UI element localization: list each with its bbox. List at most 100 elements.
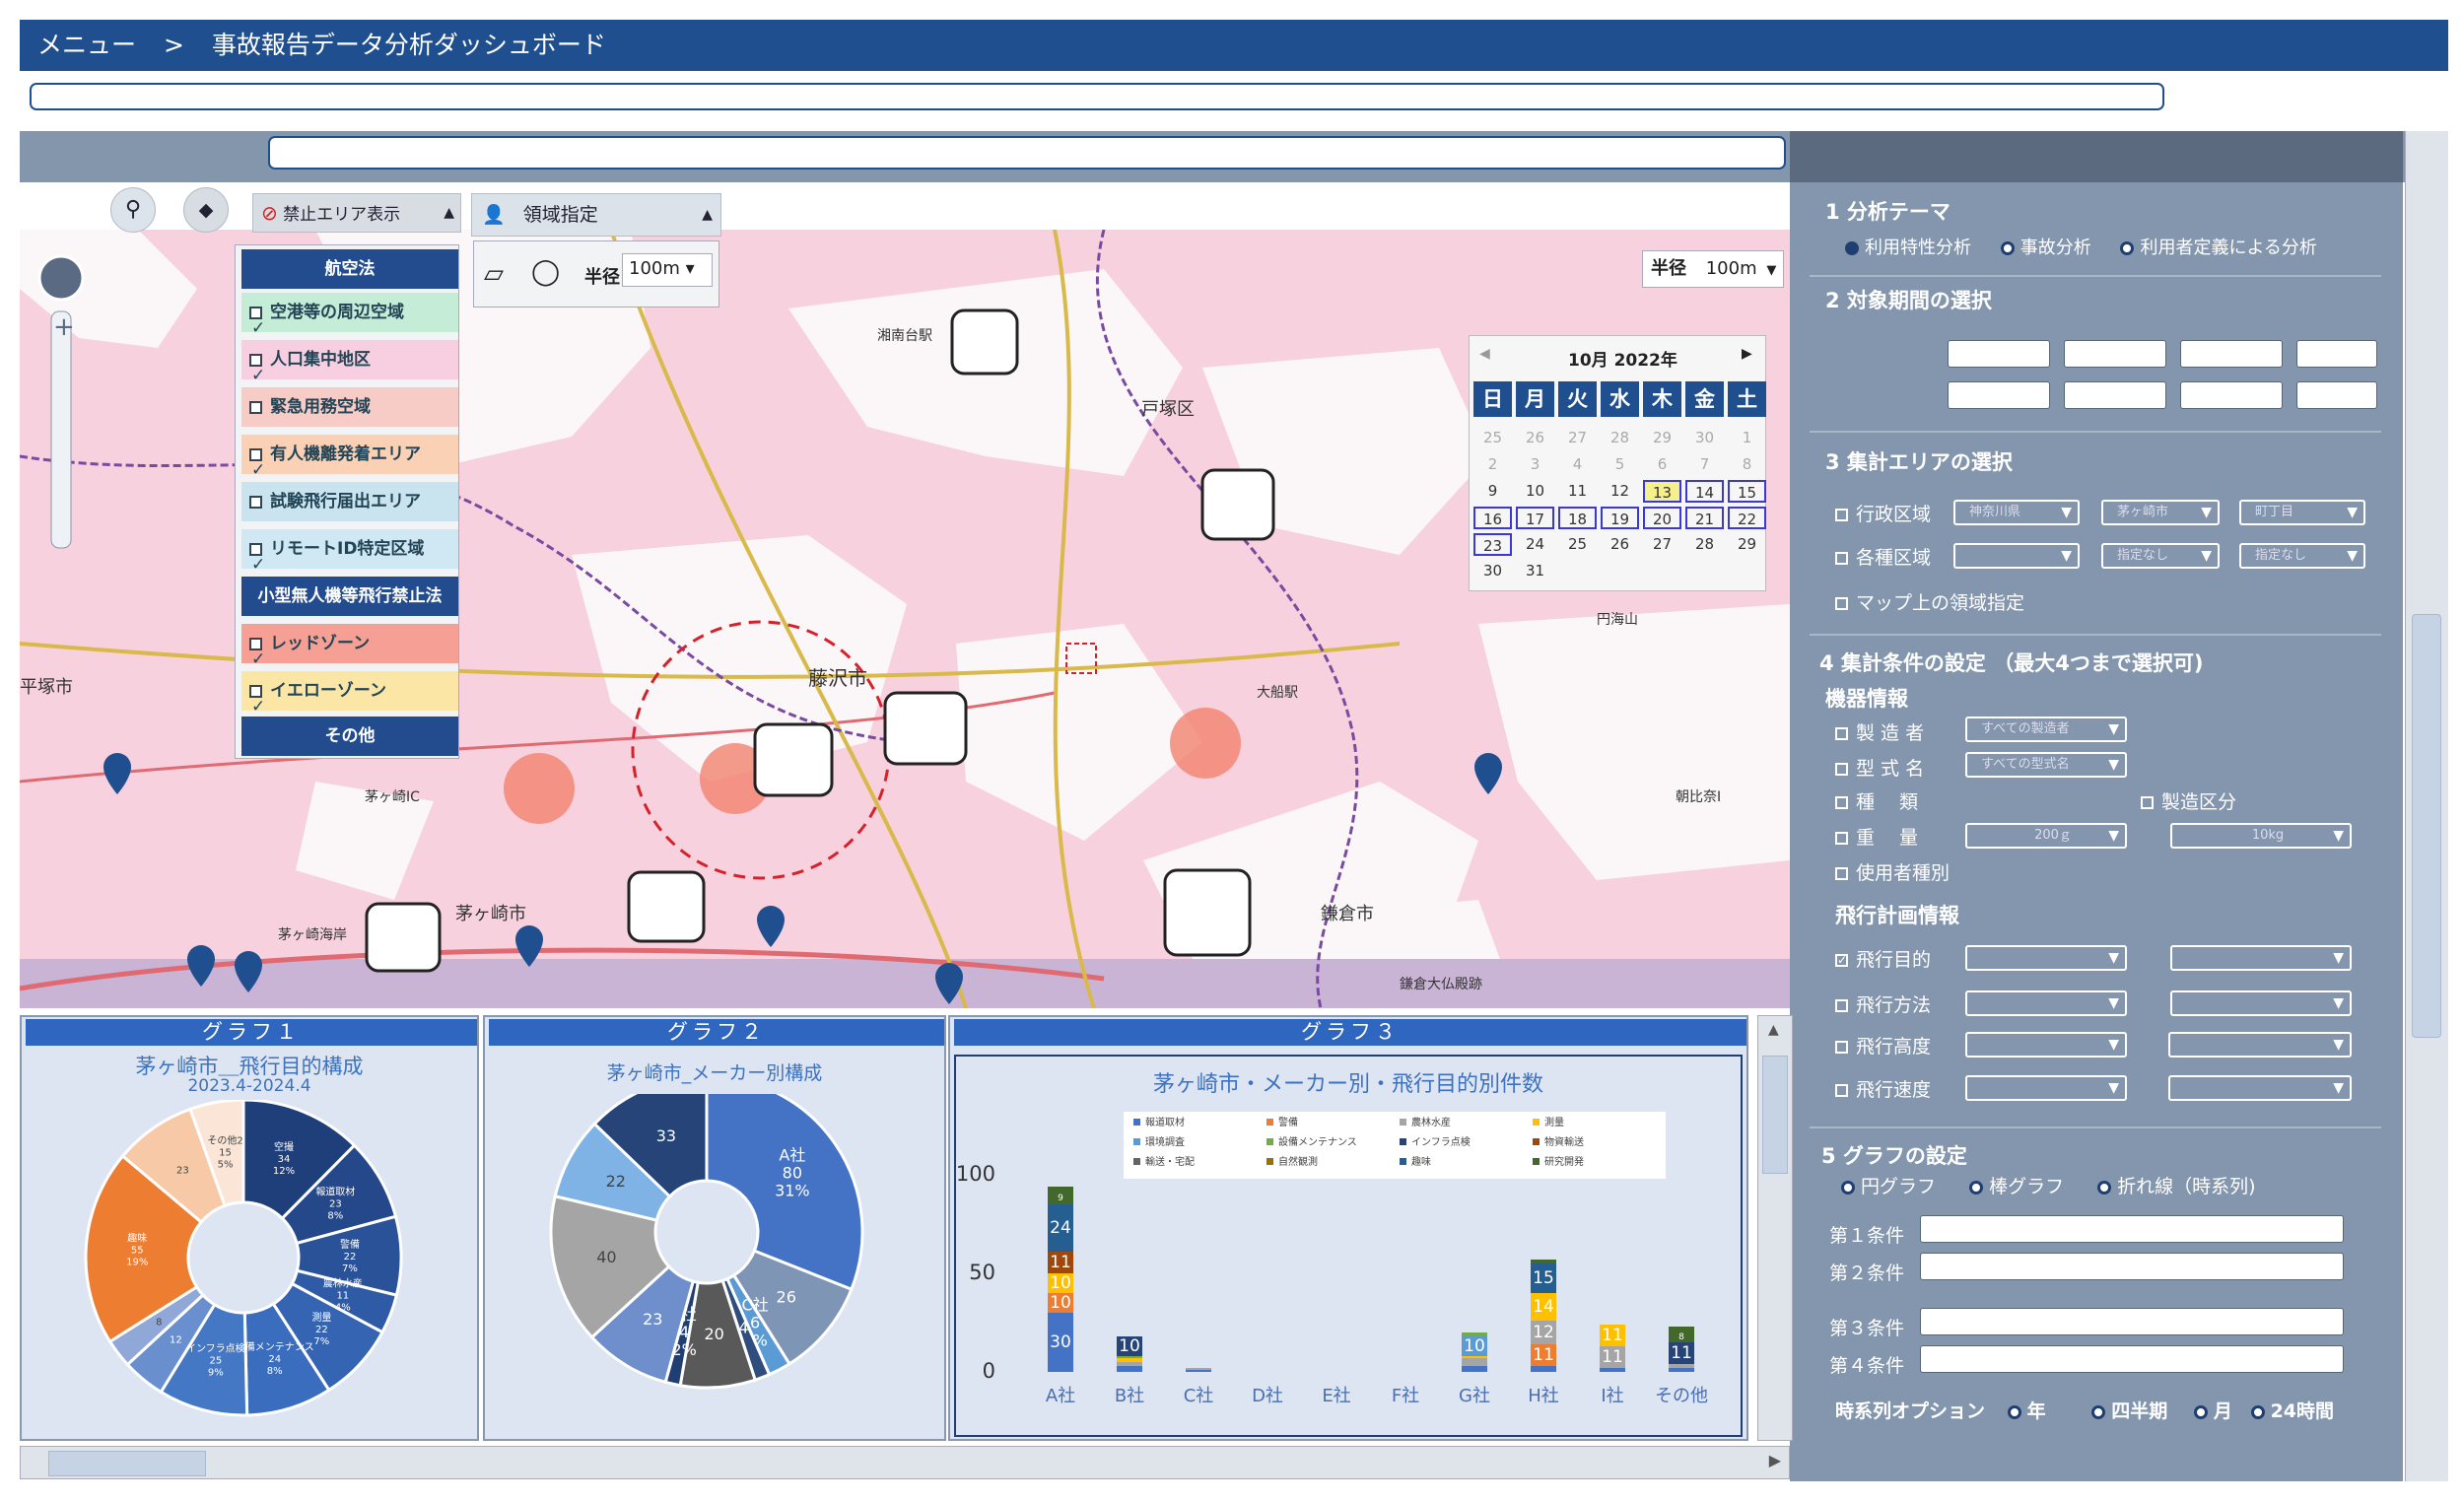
calendar-day[interactable]: 29 [1728,533,1766,556]
calendar-day[interactable]: 24 [1516,533,1554,556]
checkbox-icon[interactable] [1835,597,1848,610]
theme-option[interactable]: 利用者定義による分析 [2140,238,2316,258]
altitude-select[interactable] [1965,1032,2127,1058]
calendar-day[interactable]: 30 [1685,427,1724,449]
calendar-day[interactable]: 3 [1516,453,1554,476]
caret-up-icon[interactable]: ▲ [1768,1022,1779,1038]
radio-icon[interactable] [2000,241,2015,255]
restricted-area-toggle[interactable]: ⊘ 禁止エリア表示 ▲ [252,193,461,233]
calendar-day[interactable]: 17 [1516,507,1554,529]
checkbox-icon[interactable] [1835,727,1848,740]
graph-type-options[interactable]: 円グラフ 棒グラフ 折れ線（時系列) [1841,1172,2256,1198]
area-row-zones[interactable]: 各種区域 [1835,543,1931,570]
zone-detail-select[interactable]: 指定なし [2239,543,2365,569]
address-search-input[interactable] [268,136,1786,170]
graph-area-scrollbar[interactable]: ▲ [1757,1015,1793,1441]
method-select-2[interactable] [2170,990,2352,1016]
checkbox-checked-icon[interactable]: ✓ [249,353,265,385]
calendar-day[interactable]: 26 [1601,533,1639,556]
calendar-day[interactable]: 29 [1643,427,1681,449]
caret-right-icon[interactable]: ▶ [1769,1451,1781,1469]
scrollbar-thumb[interactable] [48,1451,206,1476]
checkbox-checked-icon[interactable]: ✓ [249,447,265,480]
checkbox-icon[interactable] [1835,509,1848,521]
cond-altitude[interactable]: 飛行高度 [1835,1032,1931,1058]
checkbox-icon[interactable] [1835,552,1848,565]
cond-maker[interactable]: 製 造 者 [1835,718,1924,745]
legend-item[interactable]: ✓レッドゾーン [241,624,458,669]
calendar-day[interactable]: 15 [1728,480,1766,503]
purpose-select[interactable] [1965,945,2127,971]
date-to-field[interactable] [2296,340,2377,368]
legend-item[interactable]: 緊急用務空域 [241,387,458,427]
radio-icon[interactable] [2193,1404,2208,1419]
calendar-day[interactable]: 20 [1643,507,1681,529]
method-select[interactable] [1965,990,2127,1016]
theme-options[interactable]: 利用特性分析 事故分析 利用者定義による分析 [1845,234,2317,259]
radio-icon[interactable] [2250,1404,2265,1419]
calendar-day[interactable]: 12 [1601,480,1639,503]
calendar-day[interactable]: 28 [1601,427,1639,449]
time-from-field[interactable] [1948,381,2050,409]
map-radius-control[interactable]: 半径 100m ▼ [1642,250,1784,288]
cond-type[interactable]: 種 類 [1835,787,1918,814]
town-select[interactable]: 町丁目 [2239,500,2365,525]
checkbox-checked-icon[interactable]: ✓ [249,306,265,338]
scrollbar-thumb[interactable] [1762,1056,1788,1174]
checkbox-icon[interactable] [2141,796,2154,809]
zone-type-select[interactable] [1953,543,2080,569]
calendar-day[interactable]: 14 [1685,480,1724,503]
time-to-field[interactable] [2180,381,2283,409]
calendar-day[interactable]: 23 [1473,533,1512,556]
cond-speed[interactable]: 飛行速度 [1835,1075,1931,1102]
time-from-field[interactable] [2064,381,2166,409]
horizontal-scrollbar[interactable]: ▶ [20,1446,1790,1479]
radio-icon[interactable] [2091,1404,2106,1419]
condition-1-field[interactable] [1920,1215,2344,1243]
legend-item[interactable]: ✓有人機離発着エリア [241,435,458,480]
calendar-day[interactable]: 2 [1473,453,1512,476]
calendar-day[interactable]: 25 [1558,533,1597,556]
theme-option[interactable]: 事故分析 [2020,238,2091,258]
checkbox-icon[interactable] [1835,832,1848,845]
zoom-control[interactable]: + [34,252,89,568]
legend-item[interactable]: 試験飛行届出エリア [241,482,458,521]
calendar-day[interactable]: 30 [1473,560,1512,582]
calendar-day[interactable]: 18 [1558,507,1597,529]
checkbox-icon[interactable] [1835,999,1848,1012]
radio-icon[interactable] [2007,1404,2021,1419]
calendar-day[interactable]: 16 [1473,507,1512,529]
radio-icon[interactable] [1969,1180,1984,1195]
calendar-day[interactable]: 26 [1516,427,1554,449]
maker-select[interactable]: すべての製造者 [1965,717,2127,742]
calendar-day[interactable]: 5 [1601,453,1639,476]
model-select[interactable]: すべての型式名 [1965,752,2127,778]
checkbox-icon[interactable] [249,400,262,414]
checkbox-checked-icon[interactable]: ✓ [1835,954,1848,967]
checkbox-icon[interactable] [1835,1041,1848,1054]
calendar-day[interactable]: 4 [1558,453,1597,476]
calendar-day[interactable]: 9 [1473,480,1512,503]
polygon-tool-icon[interactable]: ▱ [484,259,504,289]
speed-select-2[interactable] [2168,1075,2352,1101]
calendar-day[interactable]: 8 [1728,453,1766,476]
calendar-day[interactable]: 22 [1728,507,1766,529]
next-month-icon[interactable]: ▶ [1742,346,1752,362]
checkbox-checked-icon[interactable]: ✓ [249,637,265,669]
calendar-day[interactable]: 6 [1643,453,1681,476]
layers-button[interactable]: ◆ [183,187,229,233]
calendar-day[interactable]: 28 [1685,533,1724,556]
scrollbar-thumb[interactable] [2412,614,2441,1038]
legend-item[interactable]: ✓イエローゾーン [241,671,458,717]
condition-2-field[interactable] [1920,1253,2344,1280]
calendar-day[interactable]: 11 [1558,480,1597,503]
radio-icon[interactable] [2097,1180,2112,1195]
checkbox-icon[interactable] [1835,867,1848,880]
calendar-day[interactable]: 27 [1558,427,1597,449]
date-from-field[interactable] [2064,340,2166,368]
cond-manufacture-class[interactable]: 製造区分 [2141,787,2236,814]
radio-icon[interactable] [2120,241,2135,255]
checkbox-checked-icon[interactable]: ✓ [249,542,265,575]
radio-icon[interactable] [1841,1180,1855,1195]
calendar-day[interactable]: 21 [1685,507,1724,529]
